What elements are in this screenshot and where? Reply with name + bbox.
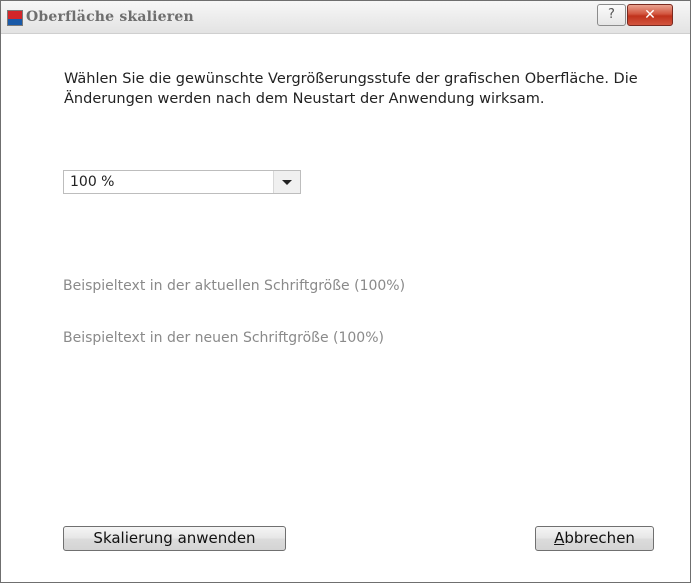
close-button[interactable]: ✕: [627, 4, 673, 26]
dialog-window: Oberfläche skalieren ? ✕ Wählen Sie die …: [0, 0, 691, 583]
flag-icon: [7, 10, 23, 26]
title-bar[interactable]: Oberfläche skalieren ? ✕: [1, 1, 690, 34]
description-text: Wählen Sie die gewünschte Vergrößerungss…: [64, 71, 638, 107]
sample-text-new-size: Beispieltext in der neuen Schriftgröße (…: [63, 330, 384, 346]
help-icon: ?: [608, 7, 615, 22]
scale-select[interactable]: 100 %: [63, 170, 301, 194]
cancel-label-rest: bbrechen: [564, 529, 635, 547]
close-icon: ✕: [644, 7, 656, 23]
cancel-mnemonic: A: [554, 529, 565, 547]
apply-scaling-button[interactable]: Skalierung anwenden: [63, 526, 286, 551]
scale-select-dropdown-button[interactable]: [273, 171, 300, 193]
chevron-down-icon: [282, 180, 292, 185]
window-title: Oberfläche skalieren: [26, 9, 194, 25]
cancel-button[interactable]: Abbrechen: [535, 526, 654, 551]
flag-icon-red: [8, 11, 22, 19]
flag-icon-blue: [8, 19, 22, 25]
help-button[interactable]: ?: [597, 4, 626, 26]
sample-text-current-size: Beispieltext in der aktuellen Schriftgrö…: [63, 278, 406, 294]
scale-select-value: 100 %: [70, 174, 115, 190]
